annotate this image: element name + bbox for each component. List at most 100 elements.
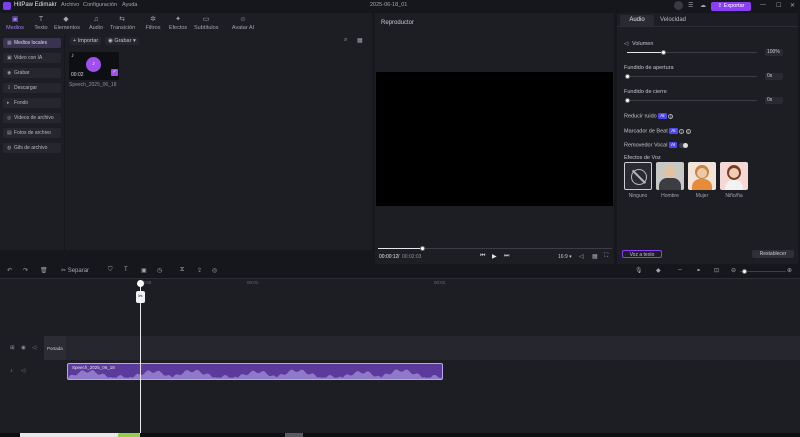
preview-screen[interactable] [376,72,613,206]
next-frame-icon[interactable]: ⏭ [504,253,509,260]
export-frame-icon[interactable]: ⇪ [197,267,202,274]
sidebar-item-record[interactable]: ◉ Grabar [3,68,61,78]
voice-female-avatar[interactable] [688,162,716,190]
notification-icon[interactable]: ☰ [688,2,693,9]
tab-text[interactable]: T Texto [29,15,53,33]
text-icon: T [38,16,44,23]
sidebar-item-background[interactable]: ▸ Fondo [3,98,61,108]
split-label: Separar [67,268,90,274]
tab-audio[interactable]: ♫ Audio [84,15,108,33]
sidebar-item-folder[interactable]: ▦ Medios locales [3,38,61,48]
vocal-remover-row[interactable]: Removedor Vocal AI [624,142,688,148]
voice-child-avatar[interactable] [720,162,748,190]
selected-check-icon[interactable]: ✓ [111,69,118,76]
sidebar-item-gif[interactable]: ◍ Gifs de archivo [3,143,61,153]
download-icon[interactable]: ⇩ [668,113,674,119]
tab-audio[interactable]: Audio [620,15,654,26]
text-to-speech-icon[interactable]: T [124,267,128,273]
voice-male-avatar[interactable] [656,162,684,190]
tab-subtitles[interactable]: ▭ Subtítulos [194,15,218,33]
snap-icon[interactable]: ⇔ [677,267,683,273]
fit-icon[interactable]: ⊡ [714,267,719,274]
search-icon[interactable]: ⌕ [344,37,347,44]
voice-none[interactable] [624,162,652,190]
reset-button[interactable]: Restablecer [752,250,794,258]
zoom-handle[interactable] [742,269,747,274]
volume-value[interactable]: 100% [765,49,783,56]
undo-icon[interactable]: ↶ [7,267,12,274]
grid-view-icon[interactable]: ▦ [357,37,363,44]
tab-elements[interactable]: ◆ Elementos [54,15,80,33]
marker-icon[interactable]: ◆ [656,267,661,274]
audio-clip-label: Speech_2025_06_18 [72,365,115,370]
import-button[interactable]: + Importar [70,37,102,45]
tab-avatar-ai[interactable]: ☺ Avatar AI [228,15,258,33]
playhead-handle[interactable] [137,280,144,287]
voice-to-text-button[interactable]: Voz a texto [622,250,662,258]
freeze-icon[interactable]: ⧖ [180,267,184,274]
play-icon[interactable]: ▶ [492,253,497,260]
user-avatar-icon[interactable] [674,1,683,10]
tab-velocidad[interactable]: Velocidad [655,15,691,26]
download-icon[interactable]: ⇩ [685,128,691,134]
shield-icon[interactable]: ⛉ [108,267,113,274]
volume-icon[interactable]: ◁ [579,253,584,260]
fade-out-value[interactable]: 0s [765,97,783,104]
fade-out-handle[interactable] [625,98,630,103]
ai-video-icon: ▣ [7,55,12,61]
app-logo-icon [3,2,11,10]
split-button[interactable]: ✂ Separar [61,267,89,274]
link-icon[interactable]: ⚭ [696,267,701,274]
video-track[interactable] [44,336,800,360]
maximize-button[interactable]: ☐ [776,2,781,9]
cloud-icon[interactable]: ☁ [700,2,706,9]
ruler-tick: 00:02 [434,280,446,285]
sidebar-item-download[interactable]: ⇩ Descargar [3,83,61,93]
record-dropdown[interactable]: ◉ Grabar ▾ [105,37,139,45]
fade-out-slider[interactable] [627,100,757,101]
export-button[interactable]: ⇪ Exportar [711,2,751,11]
info-icon[interactable]: i [679,128,685,134]
transition-icon: ⇆ [119,16,125,23]
sidebar-item-ai-video[interactable]: ▣ Video con IA [3,53,61,63]
fade-in-handle[interactable] [625,74,630,79]
fade-in-value[interactable]: 0s [765,73,783,80]
snapshot-icon[interactable]: ▦ [592,253,598,260]
track-lock-icon[interactable]: ⊞ [10,345,15,351]
menu-configuracion[interactable]: Configuración [83,2,117,8]
delete-icon[interactable]: 🗑 [40,267,48,274]
media-name: Speech_2025_06_18 [69,82,117,88]
menu-archivo[interactable]: Archivo [61,2,79,8]
ai-badge: AI [658,113,667,119]
menu-ayuda[interactable]: Ayuda [122,2,138,8]
mic-icon[interactable]: 🎙 [635,267,643,274]
track-mute-icon[interactable]: ◁ [32,345,36,351]
zoom-out-icon[interactable]: ⊖ [731,267,736,274]
sidebar-item-stock-photo[interactable]: ▤ Fotos de archivo [3,128,61,138]
track-hide-icon[interactable]: ◉ [21,345,26,351]
noise-reduction-row[interactable]: Reducir ruido AI ⇩ [624,113,674,119]
aspect-ratio-select[interactable]: 16:9 ▾ [558,254,572,260]
fade-in-slider[interactable] [627,76,757,77]
tab-filters[interactable]: ✲ Filtros [141,15,165,33]
tab-transition[interactable]: ⇆ Transición [110,15,135,33]
split-scissors-icon[interactable]: ✂ [136,291,145,303]
tab-effects[interactable]: ✦ Efectos [166,15,190,33]
tab-media[interactable]: ▣ Medios [3,15,27,33]
vocal-toggle[interactable] [678,142,688,148]
zoom-in-icon[interactable]: ⊕ [787,267,792,274]
close-button[interactable]: ✕ [790,2,795,9]
sidebar-item-stock-video[interactable]: ◎ Videos de archivo [3,113,61,123]
audio-clip[interactable]: Speech_2025_06_18 [67,363,443,380]
beat-marker-row[interactable]: Marcador de Beat AI i ⇩ [624,128,691,134]
beat-label: Marcador de Beat [624,128,668,135]
redo-icon[interactable]: ↷ [23,267,28,274]
prev-frame-icon[interactable]: ⏮ [480,253,485,260]
speed-icon[interactable]: ◷ [157,267,162,274]
record-voice-icon[interactable]: ◎ [212,267,217,274]
fullscreen-icon[interactable]: ⛶ [604,253,608,260]
crop-icon[interactable]: ▣ [141,267,147,274]
minimize-button[interactable]: — [760,2,766,8]
audio-mute-icon[interactable]: ◁ [21,368,25,374]
audio-track-icon[interactable]: ♪ [10,368,13,374]
